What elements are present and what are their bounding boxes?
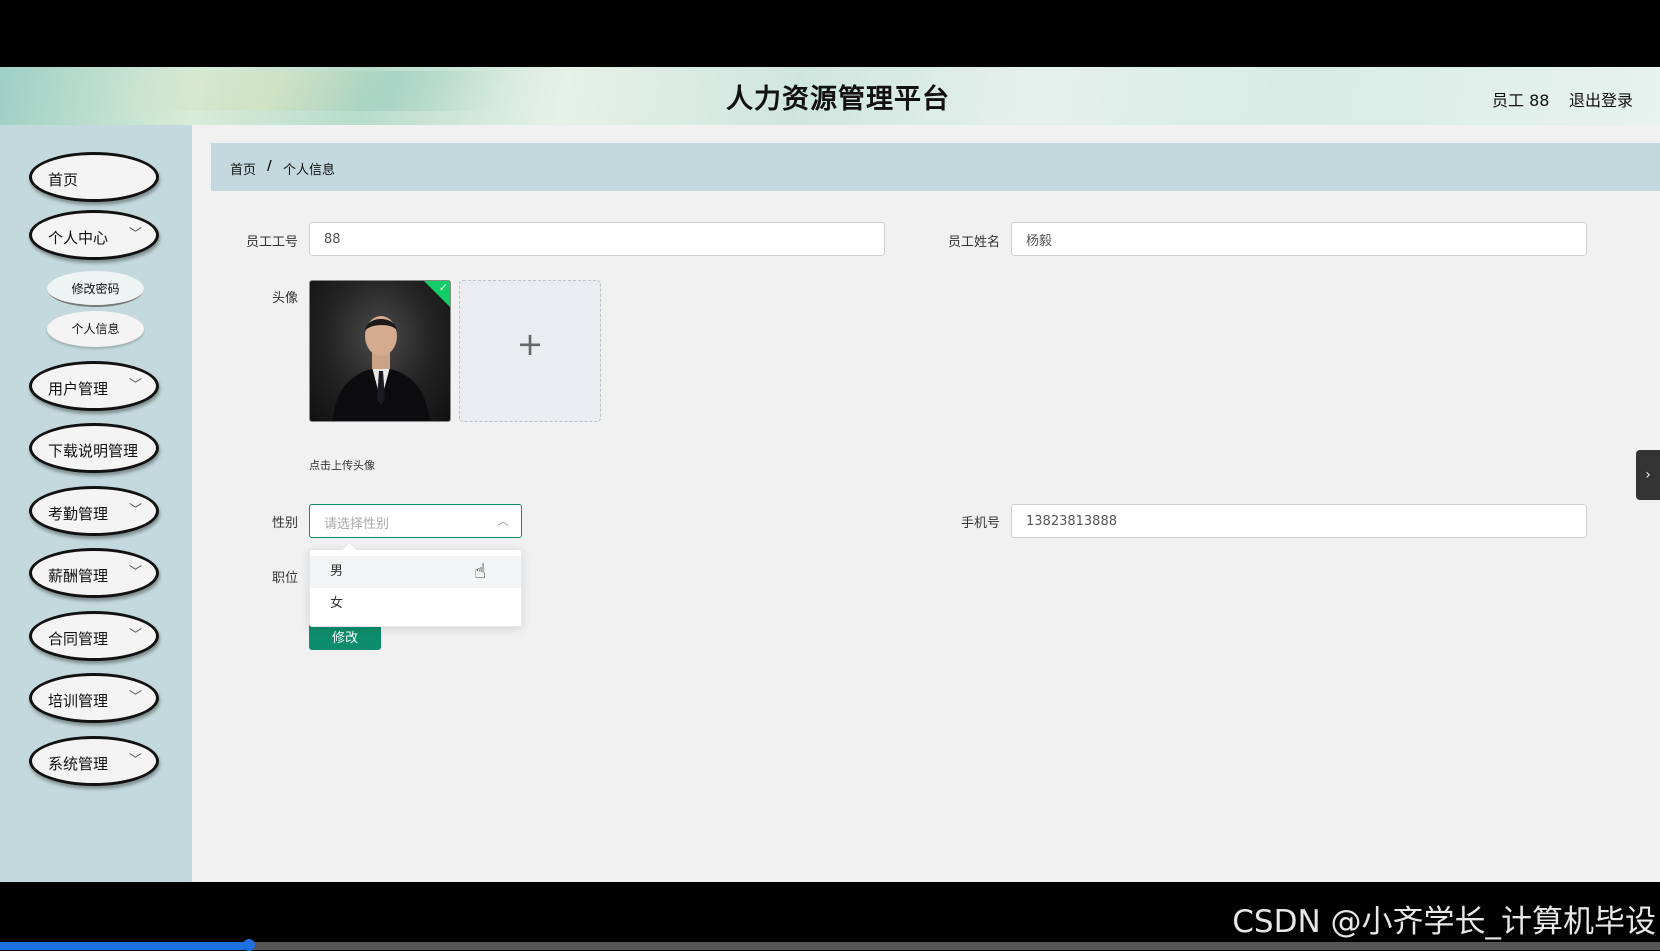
gender-option-female[interactable]: 女	[310, 588, 521, 620]
breadcrumb-separator: /	[267, 159, 272, 174]
gender-label: 性别	[271, 516, 298, 531]
video-frame: 人力资源管理平台 员工 88 退出登录 首页 个人中心 ﹀ 修改密码 个人信息 …	[0, 0, 1660, 951]
main-content: 首页 / 个人信息 员工工号 员工姓名 头像 ✓ + 点击上传头像	[192, 125, 1660, 882]
sidebar-item-user-management[interactable]: 用户管理 ﹀	[29, 361, 159, 411]
video-progress-handle[interactable]	[243, 939, 255, 951]
sidebar-item-label: 下载说明管理	[48, 442, 139, 460]
chevron-down-icon: ﹀	[128, 690, 142, 705]
chevron-down-icon: ﹀	[128, 565, 142, 580]
sidebar-item-personal-center[interactable]: 个人中心 ﹀	[29, 210, 159, 260]
gender-option-male[interactable]: 男	[310, 556, 521, 588]
app-header: 人力资源管理平台 员工 88 退出登录	[0, 67, 1660, 125]
employee-name-label: 员工姓名	[947, 235, 1000, 250]
employee-id-input[interactable]	[309, 222, 885, 256]
phone-input[interactable]	[1011, 504, 1587, 538]
sidebar-item-contract[interactable]: 合同管理 ﹀	[29, 611, 159, 661]
sidebar: 首页 个人中心 ﹀ 修改密码 个人信息 用户管理 ﹀ 下载说明管理 考勤管理 ﹀…	[0, 125, 192, 882]
sidebar-item-label: 合同管理	[48, 630, 109, 648]
chevron-down-icon: ﹀	[128, 227, 142, 242]
gender-dropdown: 男 女	[309, 549, 522, 627]
position-label: 职位	[271, 571, 298, 586]
sidebar-subitem-change-password[interactable]: 修改密码	[47, 271, 144, 307]
gender-select[interactable]: 请选择性别 ︿	[309, 504, 522, 538]
sidebar-item-label: 系统管理	[48, 755, 109, 773]
sidebar-item-label: 考勤管理	[48, 505, 109, 523]
chevron-up-icon: ︿	[496, 514, 509, 528]
video-progress-fill	[0, 942, 249, 950]
chevron-down-icon: ﹀	[128, 378, 142, 393]
sidebar-item-system[interactable]: 系统管理 ﹀	[29, 736, 159, 786]
sidebar-item-label: 个人中心	[48, 229, 109, 247]
sidebar-item-label: 用户管理	[48, 380, 109, 398]
app-title: 人力资源管理平台	[726, 84, 950, 115]
current-user-label: 员工 88	[1492, 91, 1550, 110]
avatar-label: 头像	[271, 291, 298, 306]
phone-label: 手机号	[960, 516, 1000, 531]
gender-placeholder: 请选择性别	[324, 517, 390, 532]
sidebar-item-label: 首页	[48, 171, 79, 189]
sidebar-item-training[interactable]: 培训管理 ﹀	[29, 673, 159, 723]
video-progress-bar[interactable]	[0, 939, 1660, 951]
avatar-upload-tip: 点击上传头像	[309, 459, 375, 472]
sidebar-subitem-personal-info[interactable]: 个人信息	[47, 311, 144, 347]
breadcrumb-home[interactable]: 首页	[230, 159, 256, 178]
chevron-down-icon: ﹀	[128, 753, 142, 768]
sidebar-item-label: 薪酬管理	[48, 567, 109, 585]
sidebar-item-salary[interactable]: 薪酬管理 ﹀	[29, 548, 159, 598]
chevron-down-icon: ﹀	[128, 628, 142, 643]
sidebar-item-home[interactable]: 首页	[29, 152, 159, 202]
breadcrumb: 首页 / 个人信息	[211, 143, 1660, 191]
chevron-down-icon: ﹀	[128, 503, 142, 518]
panel-toggle-button[interactable]: ›	[1636, 450, 1660, 500]
watermark: CSDN @小齐学长_计算机毕设	[1232, 904, 1656, 940]
employee-id-label: 员工工号	[245, 235, 298, 250]
sidebar-item-label: 培训管理	[48, 692, 109, 710]
breadcrumb-current: 个人信息	[283, 163, 336, 178]
plus-icon: +	[516, 325, 544, 363]
sidebar-item-download-guide[interactable]: 下载说明管理	[29, 423, 159, 473]
sidebar-item-attendance[interactable]: 考勤管理 ﹀	[29, 486, 159, 536]
avatar[interactable]: ✓	[309, 280, 451, 422]
logout-link[interactable]: 退出登录	[1569, 87, 1633, 111]
check-icon: ✓	[438, 281, 448, 294]
avatar-upload-button[interactable]: +	[459, 280, 601, 422]
employee-name-input[interactable]	[1011, 222, 1587, 256]
hand-pointer-icon: ☝	[474, 559, 487, 583]
